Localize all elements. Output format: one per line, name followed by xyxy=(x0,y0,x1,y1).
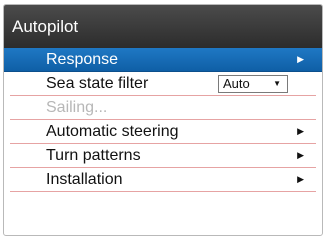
chevron-right-icon: ▶ xyxy=(297,150,304,160)
chevron-right-icon: ▶ xyxy=(297,126,304,136)
menu-item-turn-patterns[interactable]: Turn patterns ▶ xyxy=(10,144,316,168)
menu-item-label: Response xyxy=(46,51,119,68)
menu-item-response[interactable]: Response ▶ xyxy=(4,48,322,72)
caret-down-icon: ▼ xyxy=(273,79,281,88)
sea-state-filter-select[interactable]: Auto ▼ xyxy=(218,75,288,93)
menu-item-installation[interactable]: Installation ▶ xyxy=(10,168,316,192)
select-value: Auto xyxy=(223,76,250,91)
menu-item-label: Automatic steering xyxy=(46,123,179,140)
menu-item-label: Installation xyxy=(46,171,123,188)
menu-item-label: Turn patterns xyxy=(46,147,141,164)
chevron-right-icon: ▶ xyxy=(297,54,304,64)
chevron-right-icon: ▶ xyxy=(297,174,304,184)
autopilot-dialog: Autopilot Response ▶ Sea state filter Au… xyxy=(3,4,323,236)
menu-item-sailing: Sailing... xyxy=(10,96,316,120)
menu-item-label: Sea state filter xyxy=(46,75,149,92)
autopilot-menu: Response ▶ Sea state filter Auto ▼ Saili… xyxy=(4,48,322,192)
menu-item-sea-state-filter[interactable]: Sea state filter Auto ▼ xyxy=(10,72,316,96)
menu-item-automatic-steering[interactable]: Automatic steering ▶ xyxy=(10,120,316,144)
dialog-title: Autopilot xyxy=(4,5,322,48)
menu-item-label: Sailing... xyxy=(46,99,108,116)
